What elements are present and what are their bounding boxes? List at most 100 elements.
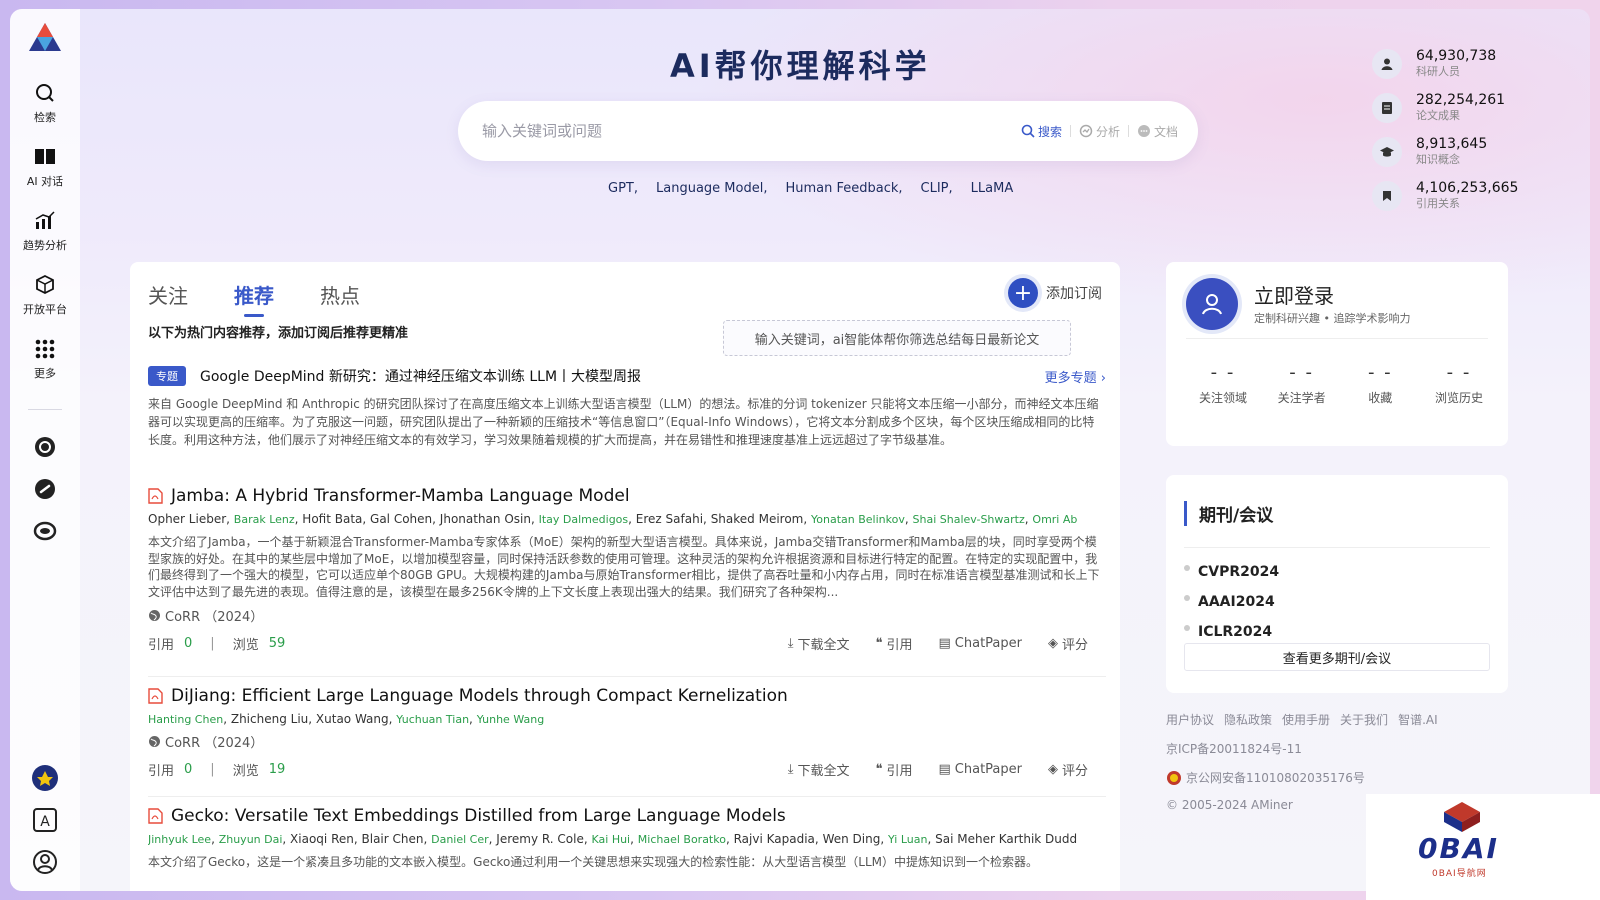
paper-title-link[interactable]: Jamba: A Hybrid Transformer-Mamba Langua…	[148, 486, 1106, 506]
analyze-icon	[1079, 124, 1093, 138]
orbit-app-icon[interactable]	[32, 518, 58, 544]
counter-following-scholars[interactable]: - - 关注学者	[1265, 362, 1339, 406]
paper-title-link[interactable]: DiJiang: Efficient Large Language Models…	[148, 686, 1106, 706]
author-name[interactable]: Michael Boratko	[638, 833, 726, 846]
grid-icon	[33, 337, 57, 361]
author-list: Jinhyuk Lee, Zhuyun Dai, Xiaoqi Ren, Bla…	[148, 832, 1078, 846]
sidebar-item-ai-chat[interactable]: AI 对话	[10, 145, 80, 189]
footer-link[interactable]: 隐私政策	[1224, 711, 1272, 728]
sidebar-item-more[interactable]: 更多	[10, 337, 80, 381]
sidebar-item-label: 开放平台	[23, 303, 67, 316]
police-record[interactable]: 京公网安备11010802035176号	[1166, 769, 1508, 786]
author-name: Zhicheng Liu	[230, 712, 309, 726]
sidebar-item-search[interactable]: 检索	[10, 81, 80, 125]
author-name[interactable]: Yunhe Wang	[477, 713, 545, 726]
more-topics-link[interactable]: 更多专题 ›	[1045, 367, 1106, 386]
user-icon[interactable]	[30, 847, 60, 877]
tab-recommended[interactable]: 推荐	[234, 280, 274, 317]
hot-keyword[interactable]: CLIP,	[921, 181, 953, 196]
sidebar-item-label: 检索	[34, 111, 56, 124]
counter-following-fields[interactable]: - - 关注领域	[1186, 362, 1260, 406]
rate-label: 评分	[1061, 763, 1088, 779]
more-topics-label: 更多专题	[1044, 370, 1097, 386]
analyze-button-label: 分析	[1095, 124, 1120, 139]
tab-hot[interactable]: 热点	[320, 280, 360, 317]
hot-keyword[interactable]: LLaMA	[971, 181, 1014, 196]
more-journals-button[interactable]: 查看更多期刊/会议	[1184, 643, 1490, 671]
counter-history[interactable]: - - 浏览历史	[1422, 362, 1496, 406]
avatar[interactable]	[1186, 278, 1238, 330]
paper-actions: ⤓ 下载全文 ❝ 引用 ▤ ChatPaper ◈ 评分	[788, 760, 1088, 779]
translate-icon[interactable]: A	[30, 805, 60, 835]
chatpaper-button[interactable]: ▤ ChatPaper	[938, 634, 1022, 653]
author-name[interactable]: Zhuyun Dai	[219, 833, 283, 846]
author-name: Sai Meher Karthik Dudd	[935, 832, 1078, 846]
author-name[interactable]: Kai Hui	[592, 833, 631, 846]
counter-favorites[interactable]: - - 收藏	[1343, 362, 1417, 406]
stats-panel: 64,930,738 科研人员 282,254,261 论文成果 8,913,645…	[1372, 47, 1518, 213]
svg-text:A: A	[40, 814, 50, 830]
chat-bubble-icon	[1137, 125, 1150, 137]
author-name[interactable]: Daniel Cer	[431, 833, 489, 846]
author-name[interactable]: Yi Luan	[888, 833, 928, 846]
author-name: Wen Ding	[822, 832, 881, 846]
link-app-icon[interactable]	[32, 476, 58, 502]
cite-button[interactable]: ❝ 引用	[875, 634, 912, 653]
author-name[interactable]: Omri Ab	[1032, 513, 1077, 526]
hot-keyword[interactable]: Language Model,	[656, 181, 767, 196]
download-button[interactable]: ⤓ 下载全文	[788, 634, 850, 653]
chatgpt-icon[interactable]	[32, 434, 58, 460]
icp-record[interactable]: 京ICP备20011824号-11	[1166, 740, 1508, 757]
hot-keyword[interactable]: Human Feedback,	[785, 181, 902, 196]
quote-icon: ❝	[875, 761, 883, 777]
search-button[interactable]: 搜索	[1021, 123, 1062, 140]
cite-button[interactable]: ❝ 引用	[875, 760, 912, 779]
document-button[interactable]: 文档	[1137, 123, 1178, 140]
paper-title: Jamba: A Hybrid Transformer-Mamba Langua…	[171, 486, 630, 506]
author-name: Jeremy R. Cole	[496, 832, 584, 846]
sidebar-item-trend[interactable]: 趋势分析	[10, 209, 80, 253]
add-subscription-button[interactable]: + 添加订阅	[1008, 278, 1102, 308]
chatpaper-label: ChatPaper	[954, 761, 1022, 777]
rate-button[interactable]: ◈ 评分	[1048, 760, 1088, 779]
rate-button[interactable]: ◈ 评分	[1048, 634, 1088, 653]
chatpaper-button[interactable]: ▤ ChatPaper	[938, 760, 1022, 779]
tab-following[interactable]: 关注	[148, 280, 188, 317]
quote-icon: ❝	[875, 635, 883, 651]
author-name[interactable]: Itay Dalmedigos	[539, 513, 629, 526]
author-name[interactable]: Hanting Chen	[148, 713, 223, 726]
hot-keyword[interactable]: GPT,	[608, 181, 638, 196]
journal-list: CVPR2024 AAAI2024 ICLR2024	[1184, 557, 1279, 647]
footer-link[interactable]: 用户协议	[1166, 711, 1214, 728]
journal-item[interactable]: AAAI2024	[1184, 587, 1279, 617]
author-name[interactable]: Yonatan Belinkov	[811, 513, 905, 526]
sidebar-bottom: A	[10, 763, 80, 877]
topic-title[interactable]: Google DeepMind 新研究：通过神经压缩文本训练 LLM丨大模型周报	[200, 366, 1045, 386]
journal-item[interactable]: CVPR2024	[1184, 557, 1279, 587]
watermark-subtext: 0BAI导航网	[1432, 869, 1487, 879]
venue-text: CoRR （2024）	[165, 610, 264, 625]
author-name: Blair Chen	[361, 832, 424, 846]
analyze-button[interactable]: 分析	[1079, 123, 1120, 140]
rate-icon: ◈	[1047, 635, 1058, 651]
chevron-right-icon: ›	[1100, 370, 1106, 386]
cite-label: 引用	[886, 763, 913, 779]
police-badge-icon[interactable]	[30, 763, 60, 793]
bullet-icon	[1184, 625, 1190, 631]
login-link[interactable]: 立即登录	[1254, 280, 1334, 309]
aminer-logo-icon[interactable]	[27, 21, 63, 53]
footer-link[interactable]: 智谱.AI	[1398, 711, 1438, 728]
footer-link[interactable]: 使用手册	[1282, 711, 1330, 728]
stat-value: 4,106,253,665	[1416, 180, 1519, 196]
police-text: 京公网安备11010802035176号	[1186, 771, 1365, 785]
sidebar-item-open-platform[interactable]: 开放平台	[10, 273, 80, 317]
footer-link[interactable]: 关于我们	[1340, 711, 1388, 728]
search-input[interactable]	[482, 122, 1021, 140]
author-name[interactable]: Jinhyuk Lee	[148, 833, 211, 846]
search-icon	[33, 81, 57, 105]
author-name[interactable]: Shai Shalev-Shwartz	[913, 513, 1025, 526]
author-name[interactable]: Yuchuan Tian	[396, 713, 469, 726]
paper-title-link[interactable]: Gecko: Versatile Text Embeddings Distill…	[148, 806, 1106, 826]
download-button[interactable]: ⤓ 下载全文	[788, 760, 850, 779]
author-name[interactable]: Barak Lenz	[234, 513, 295, 526]
